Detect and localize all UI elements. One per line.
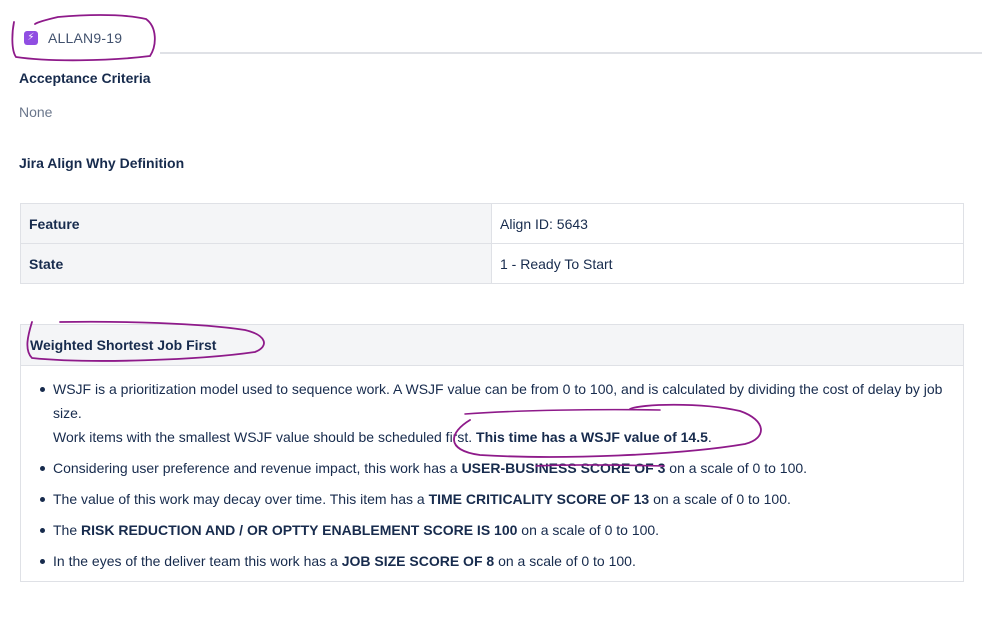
acceptance-criteria-heading: Acceptance Criteria <box>19 70 151 86</box>
table-cell-value: Align ID: 5643 <box>491 203 964 244</box>
risk-reduction-score-text: RISK REDUCTION AND / OR OPTTY ENABLEMENT… <box>81 522 518 538</box>
acceptance-criteria-value: None <box>19 104 53 120</box>
table-row: State 1 - Ready To Start <box>20 243 964 284</box>
user-business-score-text: USER-BUSINESS SCORE OF 3 <box>461 460 666 476</box>
list-item: WSJF is a prioritization model used to s… <box>21 377 963 449</box>
table-cell-label: Feature <box>20 203 492 244</box>
wsjf-value-text: This time has a WSJF value of 14.5 <box>476 429 708 445</box>
item-text-post: on a scale of 0 to 100. <box>665 460 808 476</box>
period-text: . <box>707 429 712 445</box>
item-text-pre: The value of this work may decay over ti… <box>53 491 429 507</box>
list-item: The value of this work may decay over ti… <box>21 487 963 511</box>
item-text-pre: Considering user preference and revenue … <box>53 460 462 476</box>
job-size-score-text: JOB SIZE SCORE OF 8 <box>341 553 495 569</box>
table-cell-label: State <box>20 243 492 284</box>
why-definition-heading: Jira Align Why Definition <box>19 155 185 171</box>
list-item: Considering user preference and revenue … <box>21 456 963 480</box>
wsjf-panel: Weighted Shortest Job First WSJF is a pr… <box>20 324 964 582</box>
list-item: In the eyes of the deliver team this wor… <box>21 549 963 573</box>
wsjf-heading: Weighted Shortest Job First <box>21 325 963 366</box>
list-item: The RISK REDUCTION AND / OR OPTTY ENABLE… <box>21 518 963 542</box>
item-text-post: on a scale of 0 to 100. <box>517 522 660 538</box>
lightning-icon: ⚡ <box>24 31 38 45</box>
item-text-pre: The <box>53 522 82 538</box>
wsjf-schedule-text: Work items with the smallest WSJF value … <box>53 429 477 445</box>
item-text-post: on a scale of 0 to 100. <box>494 553 636 569</box>
wsjf-definition-text: WSJF is a prioritization model used to s… <box>53 381 943 421</box>
divider <box>160 52 982 54</box>
issue-key-link[interactable]: ⚡ ALLAN9-19 <box>24 26 122 50</box>
issue-key-text: ALLAN9-19 <box>48 30 123 46</box>
item-text-post: on a scale of 0 to 100. <box>649 491 791 507</box>
table-cell-value: 1 - Ready To Start <box>491 243 964 284</box>
why-definition-table: Feature Align ID: 5643 State 1 - Ready T… <box>20 203 964 284</box>
wsjf-schedule-line: Work items with the smallest WSJF value … <box>53 425 955 449</box>
item-text-pre: In the eyes of the deliver team this wor… <box>53 553 342 569</box>
time-criticality-score-text: TIME CRITICALITY SCORE OF 13 <box>428 491 650 507</box>
wsjf-list: WSJF is a prioritization model used to s… <box>21 377 963 573</box>
table-row: Feature Align ID: 5643 <box>20 203 964 244</box>
